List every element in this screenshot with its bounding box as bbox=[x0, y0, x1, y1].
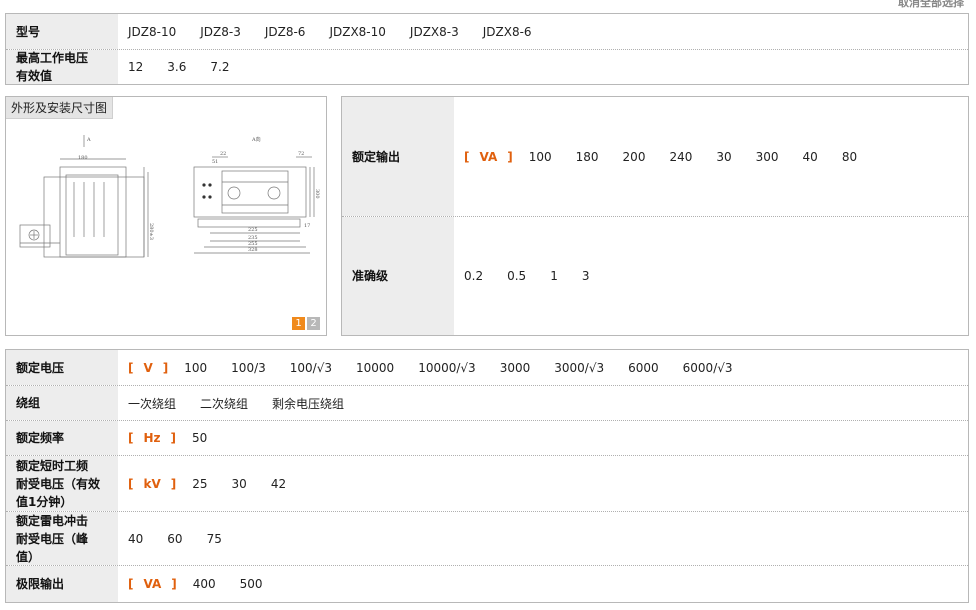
rated-output-option[interactable]: 240 bbox=[669, 150, 692, 164]
model-option[interactable]: JDZ8-3 bbox=[200, 25, 241, 39]
dim-17: 17 bbox=[304, 223, 310, 229]
short-withstand-option[interactable]: 42 bbox=[271, 477, 286, 491]
dim-280: 280±3 bbox=[148, 223, 154, 240]
limit-output-values: [VA] 400 500 bbox=[118, 566, 968, 602]
model-option[interactable]: JDZ8-10 bbox=[128, 25, 176, 39]
frequency-row: 额定频率 [Hz] 50 bbox=[6, 421, 968, 456]
short-withstand-unit: [kV] bbox=[128, 476, 177, 491]
model-option[interactable]: JDZX8-6 bbox=[483, 25, 532, 39]
rated-output-option[interactable]: 180 bbox=[576, 150, 599, 164]
rated-voltage-unit: [V] bbox=[128, 360, 169, 375]
rated-output-option[interactable]: 100 bbox=[529, 150, 552, 164]
rated-voltage-option[interactable]: 100 bbox=[184, 361, 207, 375]
accuracy-option[interactable]: 0.2 bbox=[464, 269, 483, 283]
winding-option[interactable]: 二次绕组 bbox=[200, 395, 248, 412]
frequency-unit: [Hz] bbox=[128, 431, 176, 445]
rated-voltage-option[interactable]: 3000 bbox=[500, 361, 531, 375]
rated-output-unit: [VA] bbox=[464, 149, 513, 164]
short-withstand-label: 额定短时工频 耐受电压（有效 值1分钟） bbox=[6, 456, 118, 511]
frequency-label: 额定频率 bbox=[6, 421, 118, 455]
impulse-withstand-values: 40 60 75 bbox=[118, 512, 968, 565]
drawing-title: 外形及安装尺寸图 bbox=[6, 97, 114, 119]
accuracy-row: 准确级 0.2 0.5 1 3 bbox=[342, 217, 968, 335]
rated-voltage-option[interactable]: 100/3 bbox=[231, 361, 266, 375]
view-a-label: A向 bbox=[251, 136, 261, 143]
page-2-button[interactable]: 2 bbox=[307, 317, 320, 330]
short-withstand-option[interactable]: 30 bbox=[232, 477, 247, 491]
page-1-button[interactable]: 1 bbox=[292, 317, 305, 330]
rated-output-option[interactable]: 80 bbox=[842, 150, 857, 164]
impulse-withstand-option[interactable]: 60 bbox=[167, 532, 182, 546]
accuracy-option[interactable]: 0.5 bbox=[507, 269, 526, 283]
model-option[interactable]: JDZ8-6 bbox=[265, 25, 306, 39]
limit-output-option[interactable]: 500 bbox=[240, 577, 263, 591]
dim-51: 51 bbox=[212, 159, 218, 165]
winding-label: 绕组 bbox=[6, 386, 118, 420]
dim-225: 225 bbox=[248, 227, 258, 233]
max-voltage-values: 12 3.6 7.2 bbox=[118, 50, 968, 84]
max-voltage-option[interactable]: 12 bbox=[128, 60, 143, 74]
limit-output-row: 极限输出 [VA] 400 500 bbox=[6, 566, 968, 602]
rated-voltage-row: 额定电压 [V] 100 100/3 100/√3 10000 10000/√3… bbox=[6, 350, 968, 386]
rated-voltage-option[interactable]: 100/√3 bbox=[290, 361, 332, 375]
rated-voltage-option[interactable]: 6000 bbox=[628, 361, 659, 375]
short-withstand-option[interactable]: 25 bbox=[192, 477, 207, 491]
rated-output-option[interactable]: 30 bbox=[716, 150, 731, 164]
limit-output-label: 极限输出 bbox=[6, 566, 118, 602]
max-voltage-option[interactable]: 7.2 bbox=[210, 60, 229, 74]
frequency-values: [Hz] 50 bbox=[118, 421, 968, 455]
impulse-withstand-option[interactable]: 40 bbox=[128, 532, 143, 546]
limit-output-unit: [VA] bbox=[128, 577, 177, 591]
rated-output-option[interactable]: 300 bbox=[756, 150, 779, 164]
rated-voltage-values: [V] 100 100/3 100/√3 10000 10000/√3 3000… bbox=[118, 350, 968, 385]
dim-180: 180 bbox=[78, 155, 88, 161]
limit-output-option[interactable]: 400 bbox=[193, 577, 216, 591]
model-option[interactable]: JDZX8-3 bbox=[410, 25, 459, 39]
frequency-option[interactable]: 50 bbox=[192, 431, 207, 445]
dim-22: 22 bbox=[220, 151, 226, 157]
rated-voltage-option[interactable]: 10000/√3 bbox=[418, 361, 476, 375]
model-values: JDZ8-10 JDZ8-3 JDZ8-6 JDZX8-10 JDZX8-3 J… bbox=[118, 14, 968, 49]
winding-values: 一次绕组 二次绕组 剩余电压绕组 bbox=[118, 386, 968, 420]
winding-option[interactable]: 剩余电压绕组 bbox=[272, 395, 344, 412]
output-panel: 额定输出 [VA] 100 180 200 240 30 300 40 80 准… bbox=[341, 96, 969, 336]
rated-voltage-label: 额定电压 bbox=[6, 350, 118, 385]
model-row: 型号 JDZ8-10 JDZ8-3 JDZ8-6 JDZX8-10 JDZX8-… bbox=[6, 14, 968, 50]
max-voltage-option[interactable]: 3.6 bbox=[167, 60, 186, 74]
impulse-withstand-label: 额定雷电冲击 耐受电压（峰 值） bbox=[6, 512, 118, 565]
winding-option[interactable]: 一次绕组 bbox=[128, 395, 176, 412]
rated-voltage-option[interactable]: 10000 bbox=[356, 361, 394, 375]
deselect-all-link[interactable]: 取消全部选择 bbox=[898, 0, 964, 10]
dim-328: 328 bbox=[248, 247, 258, 253]
dimension-drawing: 180 A 280±3 A向 22 51 72 225 235 255 328 … bbox=[19, 135, 320, 258]
accuracy-option[interactable]: 1 bbox=[550, 269, 558, 283]
drawing-panel: 外形及安装尺寸图 180 A 280±3 A向 22 51 72 225 235… bbox=[5, 96, 327, 336]
spec-panel: 额定电压 [V] 100 100/3 100/√3 10000 10000/√3… bbox=[5, 349, 969, 603]
rated-output-label: 额定输出 bbox=[342, 97, 454, 216]
rated-output-row: 额定输出 [VA] 100 180 200 240 30 300 40 80 bbox=[342, 97, 968, 217]
arrow-a-label: A bbox=[86, 137, 91, 143]
rated-output-option[interactable]: 200 bbox=[623, 150, 646, 164]
drawing-pager: 1 2 bbox=[292, 317, 320, 330]
dim-72: 72 bbox=[298, 151, 304, 157]
accuracy-option[interactable]: 3 bbox=[582, 269, 590, 283]
short-withstand-row: 额定短时工频 耐受电压（有效 值1分钟） [kV] 25 30 42 bbox=[6, 456, 968, 512]
max-voltage-label: 最高工作电压 有效值 bbox=[6, 50, 118, 84]
dim-300: 300 bbox=[314, 189, 320, 199]
model-panel: 型号 JDZ8-10 JDZ8-3 JDZ8-6 JDZX8-10 JDZX8-… bbox=[5, 13, 969, 85]
rated-output-option[interactable]: 40 bbox=[803, 150, 818, 164]
rated-output-values: [VA] 100 180 200 240 30 300 40 80 bbox=[454, 97, 968, 216]
model-option[interactable]: JDZX8-10 bbox=[329, 25, 385, 39]
model-label: 型号 bbox=[6, 14, 118, 49]
impulse-withstand-row: 额定雷电冲击 耐受电压（峰 值） 40 60 75 bbox=[6, 512, 968, 566]
impulse-withstand-option[interactable]: 75 bbox=[207, 532, 222, 546]
accuracy-label: 准确级 bbox=[342, 217, 454, 335]
max-voltage-row: 最高工作电压 有效值 12 3.6 7.2 bbox=[6, 50, 968, 84]
short-withstand-values: [kV] 25 30 42 bbox=[118, 456, 968, 511]
winding-row: 绕组 一次绕组 二次绕组 剩余电压绕组 bbox=[6, 386, 968, 421]
accuracy-values: 0.2 0.5 1 3 bbox=[454, 217, 968, 335]
rated-voltage-option[interactable]: 3000/√3 bbox=[554, 361, 604, 375]
rated-voltage-option[interactable]: 6000/√3 bbox=[683, 361, 733, 375]
